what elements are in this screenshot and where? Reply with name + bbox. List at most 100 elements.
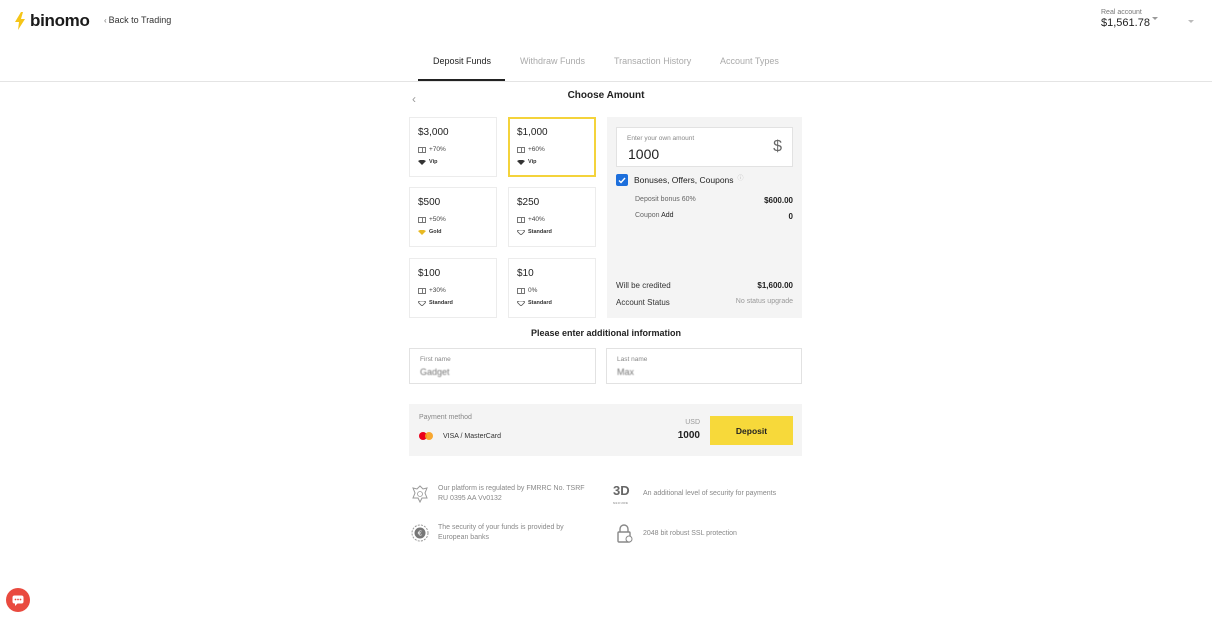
card-status: Gold [418,229,442,235]
bonuses-checkbox[interactable] [616,174,628,186]
info-icon[interactable]: ⓘ [738,173,744,182]
card-status: Vip [418,159,437,165]
amount-card-10[interactable]: $10 0% Standard [508,258,596,318]
svg-text:€: € [418,530,422,538]
gift-icon [418,287,426,294]
banks-text: The security of your funds is provided b… [438,524,564,541]
additional-info-title: Please enter additional information [530,328,682,338]
card-status-label: Vip [429,159,438,165]
deposit-bonus-value: $600.00 [764,196,793,205]
3d-secure-subtitle: SECURE [613,501,629,505]
standard-diamond-icon [517,229,525,235]
card-bonus-value: 0% [528,287,538,294]
card-amount: $100 [418,268,441,279]
last-name-value: Max [617,367,635,377]
card-bonus-value: +40% [528,216,545,223]
account-status-value: No status upgrade [735,298,793,305]
credited-row: Will be credited $1,600.00 [616,281,793,290]
card-status-label: Standard [528,300,552,306]
gift-icon [517,146,525,153]
card-amount: $10 [517,268,534,279]
amount-card-3000[interactable]: $3,000 +70% Vip [409,117,497,177]
lightning-icon [15,12,25,30]
coupon-add-link[interactable]: Add [661,212,673,219]
credited-value: $1,600.00 [757,281,793,290]
active-tab-indicator [418,79,505,81]
menu-chevron-icon[interactable] [1188,20,1194,23]
card-status: Standard [517,300,552,306]
card-bonus: +30% [418,287,446,294]
card-status-label: Gold [429,229,442,235]
card-bonus-value: +30% [429,287,446,294]
card-amount: $500 [418,197,441,208]
last-name-field[interactable]: Last name Max [606,348,802,384]
back-arrow-icon[interactable]: ‹ [412,92,416,106]
payment-method-label: Payment method [419,414,472,421]
last-name-label: Last name [617,356,648,363]
card-amount: $250 [517,197,540,208]
tab-withdraw-funds[interactable]: Withdraw Funds [520,56,585,66]
3d-secure-title: 3D [613,483,630,498]
3d-secure-text: An additional level of security for paym… [643,490,777,497]
card-amount: $1,000 [517,127,548,138]
diamond-icon [517,159,525,165]
account-balance: $1,561.78 [1101,17,1150,29]
chat-button[interactable] [6,588,30,612]
gift-icon [418,216,426,223]
standard-diamond-icon [418,300,426,306]
chevron-left-icon: ‹ [104,15,107,25]
ssl-text: 2048 bit robust SSL protection [643,530,737,537]
bonuses-checkbox-row[interactable]: Bonuses, Offers, Coupons ⓘ [616,174,744,186]
payment-method-name: VISA / MasterCard [443,432,501,440]
first-name-label: First name [420,356,451,363]
amount-card-250[interactable]: $250 +40% Standard [508,187,596,247]
tab-transaction-history[interactable]: Transaction History [614,56,691,66]
payment-method-selector[interactable]: VISA / MasterCard [419,432,501,440]
card-bonus: +50% [418,216,446,223]
gold-diamond-icon [418,229,426,235]
account-selector[interactable]: Real account $1,561.78 [1101,9,1150,29]
back-to-trading-link[interactable]: ‹ Back to Trading [104,15,171,25]
amount-card-100[interactable]: $100 +30% Standard [409,258,497,318]
regulation-note: Our platform is regulated by FMRRC No. T… [410,484,595,504]
bonuses-label: Bonuses, Offers, Coupons [634,175,734,185]
amount-card-1000[interactable]: $1,000 +60% Vip [508,117,596,177]
own-amount-label: Enter your own amount [627,135,695,142]
deposit-summary-panel: Enter your own amount 1000 $ Bonuses, Of… [607,117,802,318]
back-link-label: Back to Trading [108,15,172,25]
card-status: Standard [517,229,552,235]
account-type: Real account [1101,9,1142,16]
regulation-text: Our platform is regulated by FMRRC No. T… [438,485,585,502]
first-name-field[interactable]: First name Gadget [409,348,596,384]
card-bonus-value: +60% [528,146,545,153]
card-status-label: Standard [429,300,453,306]
chevron-down-icon[interactable] [1152,17,1158,20]
own-amount-value: 1000 [628,146,660,162]
binomo-logo[interactable]: binomo [14,11,90,31]
ssl-note: 2048 bit robust SSL protection [615,523,800,543]
card-status: Vip [517,159,536,165]
3d-secure-icon: 3D SECURE [613,483,635,505]
diamond-icon [418,159,426,165]
banks-note: € The security of your funds is provided… [410,523,580,543]
coupon-label-group: Coupon Add [635,212,674,221]
coupon-label: Coupon [635,212,660,219]
page-title: Choose Amount [567,90,645,101]
credited-label: Will be credited [616,281,671,290]
own-amount-input[interactable]: Enter your own amount 1000 $ [616,127,793,167]
deposit-bonus-label: Deposit bonus 60% [635,196,696,203]
header: binomo ‹ Back to Trading Real account $1… [0,0,1212,48]
card-amount: $3,000 [418,127,449,138]
card-status-label: Vip [528,159,537,165]
card-bonus: +40% [517,216,545,223]
tab-deposit-funds[interactable]: Deposit Funds [433,56,491,66]
coupon-row: Coupon Add 0 [635,212,793,221]
account-status-label: Account Status [616,298,670,307]
payment-panel: Payment method VISA / MasterCard USD 100… [409,404,802,456]
deposit-button[interactable]: Deposit [710,416,793,445]
lock-icon [617,524,633,543]
amount-card-500[interactable]: $500 +50% Gold [409,187,497,247]
card-status: Standard [418,300,453,306]
tab-account-types[interactable]: Account Types [720,56,779,66]
coupon-value: 0 [788,212,793,221]
